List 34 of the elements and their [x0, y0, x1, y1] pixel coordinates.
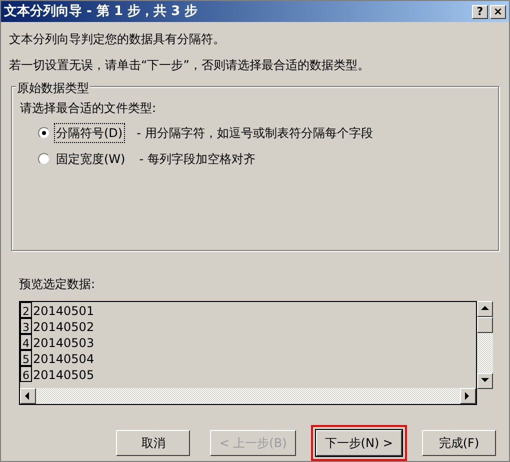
option-description: - 用分隔字符，如逗号或制表符分隔每个字段	[136, 125, 373, 142]
scroll-up-icon[interactable]	[477, 301, 493, 317]
scroll-left-icon[interactable]	[20, 388, 36, 404]
preview-cell: 20140504	[32, 352, 94, 366]
scroll-down-icon[interactable]	[477, 373, 493, 389]
row-number: 2	[20, 302, 32, 318]
row-number: 6	[20, 366, 32, 382]
row-number: 5	[20, 350, 32, 366]
radio-button[interactable]	[38, 153, 50, 165]
row-number: 3	[20, 318, 32, 334]
group-title: 原始数据类型	[16, 79, 90, 97]
preview-cell: 20140505	[32, 368, 94, 382]
preview-cell: 20140501	[32, 304, 94, 318]
window-title: 文本分列向导 - 第 1 步，共 3 步	[4, 2, 198, 21]
radio-label[interactable]: 分隔符号(D)	[54, 123, 125, 143]
row-number: 4	[20, 334, 32, 350]
vertical-scrollbar[interactable]	[477, 301, 493, 389]
wizard-button[interactable]: 取消	[116, 430, 190, 456]
instruction-text: 若一切设置无误，请单击“下一步”，否则请选择最合适的数据类型。	[9, 57, 370, 74]
preview-cell: 20140503	[32, 336, 94, 350]
preview-label: 预览选定数据:	[19, 276, 96, 293]
radio-label[interactable]: 固定宽度(W)	[54, 149, 128, 169]
wizard-button[interactable]: 完成(F)	[422, 430, 496, 456]
instruction-text: 文本分列向导判定您的数据具有分隔符。	[9, 31, 226, 48]
scroll-right-icon[interactable]	[460, 388, 476, 404]
scroll-thumb[interactable]	[477, 317, 493, 333]
horizontal-scrollbar[interactable]	[20, 388, 476, 404]
wizard-button[interactable]: 下一步(N) >	[316, 430, 402, 456]
prompt-text: 请选择最合适的文件类型:	[20, 100, 158, 117]
option-description: - 每列字段加空格对齐	[139, 151, 256, 168]
help-button[interactable]: ?	[472, 4, 488, 18]
radio-button[interactable]	[38, 127, 50, 139]
close-button[interactable]: ×	[490, 4, 506, 18]
preview-cell: 20140502	[32, 320, 94, 334]
